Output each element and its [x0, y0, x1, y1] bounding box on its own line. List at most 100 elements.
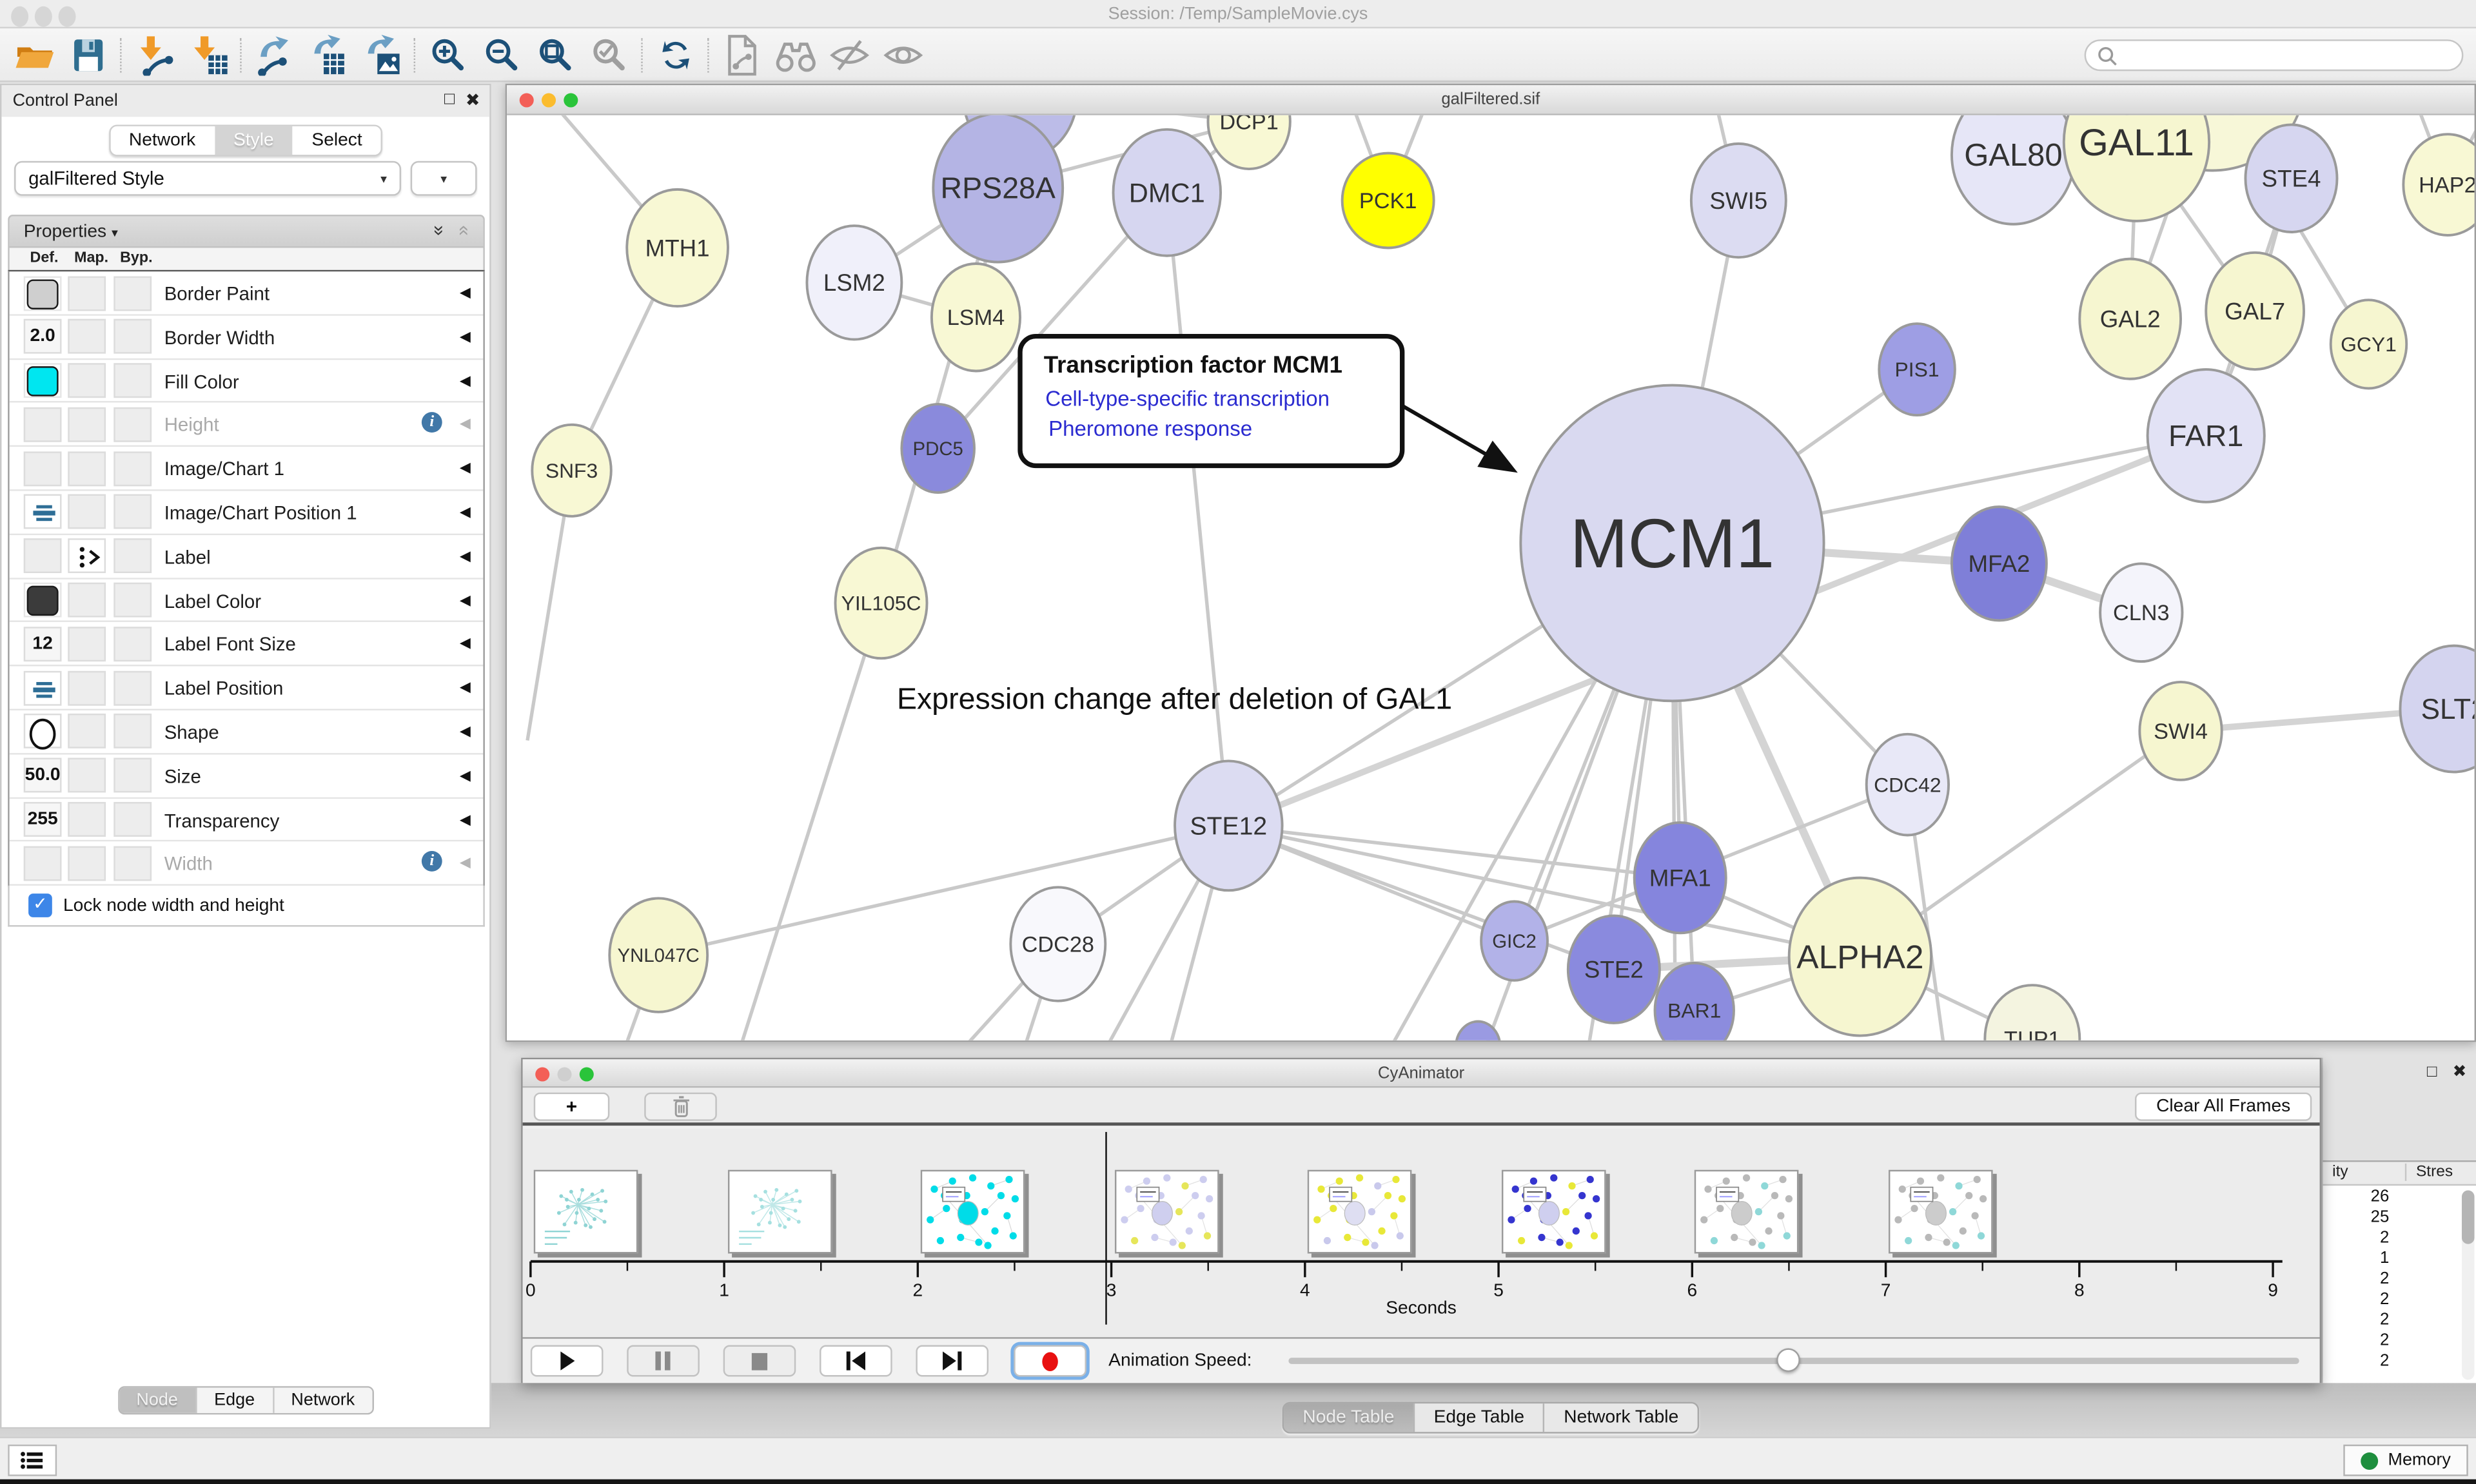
zoom-in-icon[interactable]: [426, 35, 471, 76]
info-icon[interactable]: i: [422, 852, 442, 872]
mapping-cell[interactable]: [68, 758, 106, 793]
default-value-cell[interactable]: [24, 670, 62, 705]
expand-property-icon[interactable]: ◀: [460, 723, 471, 741]
annotation-link[interactable]: Pheromone response: [1048, 417, 1252, 441]
network-node-ALPHA2[interactable]: ALPHA2: [1789, 878, 1931, 1036]
mapping-cell[interactable]: [68, 670, 106, 705]
play-button[interactable]: [531, 1345, 604, 1377]
info-icon[interactable]: i: [422, 413, 442, 433]
bypass-cell[interactable]: [113, 714, 152, 749]
default-value-cell[interactable]: [24, 846, 62, 881]
zoom-fit-icon[interactable]: [534, 35, 578, 76]
tab-network[interactable]: Network: [110, 126, 215, 155]
network-node-SLT2[interactable]: SLT2: [2400, 646, 2474, 772]
slider-thumb[interactable]: [1776, 1348, 1800, 1372]
expand-property-icon[interactable]: ◀: [460, 372, 471, 389]
network-node-DCP1[interactable]: DCP1: [1208, 115, 1290, 169]
network-node-CDC28[interactable]: CDC28: [1010, 887, 1105, 1001]
network-node-CDC42[interactable]: CDC42: [1867, 734, 1949, 835]
network-node-CLN3[interactable]: CLN3: [2100, 563, 2182, 661]
annotation-link[interactable]: Cell-type-specific transcription: [1045, 387, 1330, 411]
animation-frame-3[interactable]: [1115, 1170, 1219, 1254]
default-value-cell[interactable]: [24, 539, 62, 574]
animation-speed-slider[interactable]: [1288, 1358, 2299, 1364]
animation-frame-4[interactable]: [1308, 1170, 1412, 1254]
default-value-cell[interactable]: [24, 407, 62, 442]
search-field[interactable]: [2085, 39, 2464, 71]
zoom-out-icon[interactable]: [480, 35, 524, 76]
network-node-GAL7[interactable]: GAL7: [2206, 253, 2304, 369]
network-node-GAL11[interactable]: GAL11: [2064, 115, 2209, 221]
memory-button[interactable]: Memory: [2344, 1445, 2468, 1476]
expand-property-icon[interactable]: ◀: [460, 328, 471, 346]
mapping-cell[interactable]: [68, 627, 106, 661]
delete-frame-button[interactable]: [644, 1093, 717, 1121]
find-icon[interactable]: [774, 35, 818, 76]
results-cell[interactable]: 25: [2323, 1207, 2455, 1228]
network-node-DMC1[interactable]: DMC1: [1114, 130, 1221, 256]
network-node-RPS28A[interactable]: RPS28A: [933, 115, 1063, 262]
expand-property-icon[interactable]: ◀: [460, 460, 471, 477]
bypass-cell[interactable]: [113, 451, 152, 486]
network-caption[interactable]: Expression change after deletion of GAL1: [897, 682, 1452, 716]
mapping-cell[interactable]: [68, 539, 106, 574]
network-node-LSM2[interactable]: LSM2: [807, 226, 901, 339]
property-row-fill-color[interactable]: Fill Color◀: [10, 359, 484, 403]
mapping-cell[interactable]: [68, 802, 106, 837]
network-node-GIC2[interactable]: GIC2: [1481, 901, 1548, 980]
network-node-MFA1[interactable]: MFA1: [1635, 823, 1726, 933]
animation-frame-7[interactable]: [1889, 1170, 1993, 1254]
tab-edge-table[interactable]: Edge Table: [1415, 1403, 1545, 1432]
property-row-shape[interactable]: Shape◀: [10, 710, 484, 754]
mapping-cell[interactable]: [68, 583, 106, 618]
mapping-cell[interactable]: [68, 319, 106, 354]
results-cell[interactable]: 2: [2323, 1351, 2455, 1372]
stop-button[interactable]: [723, 1345, 796, 1377]
expand-property-icon[interactable]: ◀: [460, 416, 471, 433]
network-node-GAL2[interactable]: GAL2: [2079, 259, 2181, 379]
animation-frame-6[interactable]: [1695, 1170, 1799, 1254]
bypass-cell[interactable]: [113, 758, 152, 793]
bypass-cell[interactable]: [113, 670, 152, 705]
network-node-SWI4[interactable]: SWI4: [2139, 682, 2221, 780]
network-node-HAP2[interactable]: HAP2: [2403, 134, 2474, 235]
zoom-selected-icon[interactable]: [587, 35, 632, 76]
lock-size-checkbox[interactable]: ✓: [28, 893, 52, 917]
bypass-cell[interactable]: [113, 802, 152, 837]
results-scrollbar[interactable]: [2462, 1191, 2475, 1380]
property-row-label[interactable]: Label◀: [10, 535, 484, 579]
expand-all-icon[interactable]: »: [429, 225, 451, 235]
expand-property-icon[interactable]: ◀: [460, 591, 471, 609]
network-node-LSM4[interactable]: LSM4: [932, 264, 1020, 371]
animation-frame-2[interactable]: [921, 1170, 1025, 1254]
tab-select[interactable]: Select: [293, 126, 381, 155]
property-row-height[interactable]: Heighti◀: [10, 403, 484, 447]
properties-header[interactable]: Properties ▾ » «: [8, 215, 485, 248]
results-cell[interactable]: 2: [2323, 1311, 2455, 1331]
annotation-box[interactable]: Transcription factor MCM1Cell-type-speci…: [1020, 337, 1511, 469]
network-node-MTH1[interactable]: MTH1: [627, 190, 728, 306]
export-network-icon[interactable]: [253, 35, 297, 76]
save-session-icon[interactable]: [66, 35, 111, 76]
network-node-TUP1[interactable]: TUP1: [1985, 985, 2079, 1040]
export-image-icon[interactable]: [360, 35, 404, 76]
close-panel-icon[interactable]: ✖: [2453, 1062, 2467, 1081]
default-value-cell[interactable]: [24, 275, 62, 310]
network-node-PIS1[interactable]: PIS1: [1879, 324, 1955, 415]
bypass-cell[interactable]: [113, 319, 152, 354]
property-row-size[interactable]: 50.0Size◀: [10, 754, 484, 798]
tab-network-table[interactable]: Network Table: [1545, 1403, 1698, 1432]
network-node-MCM1[interactable]: MCM1: [1520, 386, 1823, 701]
network-node-MFA2[interactable]: MFA2: [1952, 507, 2047, 620]
network-node-GCY1[interactable]: GCY1: [2331, 300, 2407, 388]
property-row-border-width[interactable]: 2.0Border Width◀: [10, 315, 484, 359]
network-node-FAR1[interactable]: FAR1: [2148, 369, 2265, 502]
show-all-icon[interactable]: [881, 35, 926, 76]
mapping-cell[interactable]: [68, 495, 106, 530]
mapping-cell[interactable]: [68, 451, 106, 486]
record-button[interactable]: [1014, 1345, 1086, 1377]
property-row-label-color[interactable]: Label Color◀: [10, 579, 484, 623]
style-target-tab-network[interactable]: Network: [273, 1388, 372, 1413]
hide-selected-icon[interactable]: [827, 35, 872, 76]
bypass-cell[interactable]: [113, 495, 152, 530]
